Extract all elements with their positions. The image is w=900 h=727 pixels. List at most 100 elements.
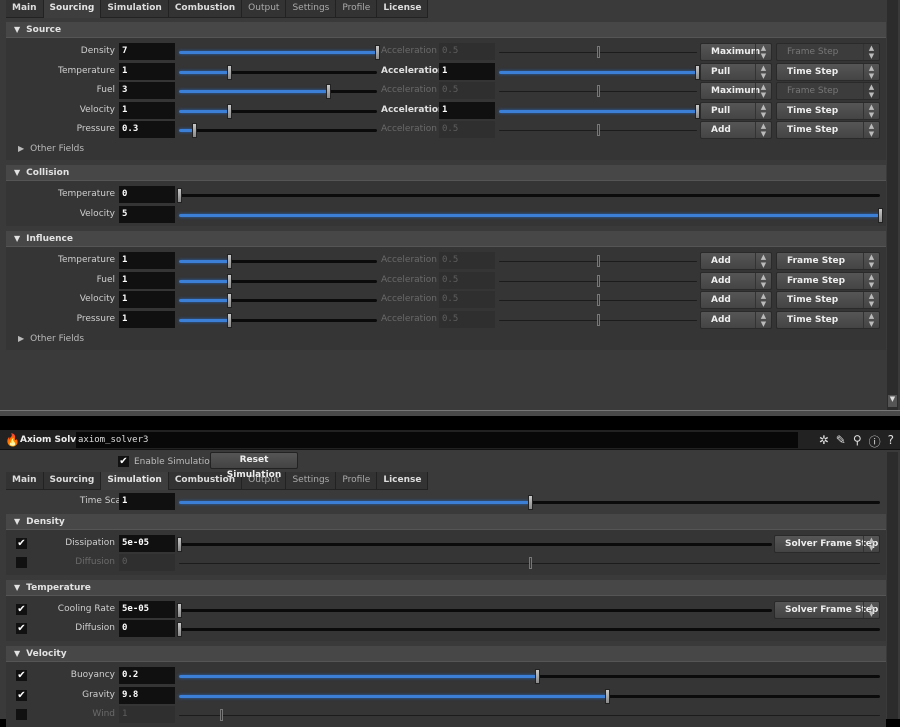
value-slider[interactable] [179, 254, 377, 270]
operation-menu[interactable]: Add ▲ ▼ [700, 271, 772, 290]
tab-simulation[interactable]: Simulation [101, 0, 169, 18]
tab-sourcing[interactable]: Sourcing [43, 0, 102, 18]
tab-settings[interactable]: Settings [286, 472, 337, 490]
acceleration-field[interactable]: 0.5 [439, 43, 495, 60]
value-slider[interactable] [179, 312, 377, 328]
value-slider[interactable] [179, 64, 377, 80]
value-field[interactable]: 0.3 [119, 121, 175, 139]
operation-menu[interactable]: Add ▲ ▼ [700, 121, 772, 140]
value-field[interactable]: 0 [119, 620, 175, 638]
scrollbar[interactable] [887, 452, 898, 719]
timestep-menu[interactable]: Time Step ▲ ▼ [776, 101, 880, 120]
value-slider[interactable] [179, 293, 377, 309]
slider-handle[interactable] [597, 274, 600, 287]
slider-handle[interactable] [597, 46, 600, 58]
operation-menu[interactable]: Maximum ▲ ▼ [700, 43, 772, 61]
value-field[interactable]: 0 [119, 185, 175, 203]
acceleration-slider[interactable] [499, 294, 697, 307]
value-field[interactable]: 7 [119, 43, 175, 60]
help-icon[interactable]: ? [888, 433, 894, 450]
tab-profile[interactable]: Profile [336, 0, 378, 18]
tab-sourcing[interactable]: Sourcing [43, 472, 102, 490]
acceleration-slider[interactable] [499, 274, 697, 287]
value-slider[interactable] [177, 536, 772, 552]
value-slider[interactable] [179, 103, 377, 119]
reset-simulation-button[interactable]: Reset Simulation [210, 452, 298, 480]
timestep-menu[interactable]: Time Step ▲ ▼ [776, 310, 880, 329]
enable-checkbox[interactable]: ✔ [16, 603, 27, 615]
section-header[interactable]: ▼ Source [6, 22, 886, 38]
scrollbar[interactable]: ▼ [887, 0, 898, 410]
operation-menu[interactable]: Add ▲ ▼ [700, 310, 772, 329]
section-header[interactable]: ▼ Temperature [6, 579, 886, 596]
value-field[interactable]: 5e-05 [119, 600, 175, 618]
slider-handle[interactable] [325, 84, 331, 100]
tab-main[interactable]: Main [6, 472, 44, 490]
other-fields-toggle[interactable]: ▶ Other Fields [6, 140, 886, 158]
acceleration-field[interactable]: 1 [439, 62, 495, 80]
value-field[interactable]: 5e-05 [119, 534, 175, 552]
slider-handle[interactable] [226, 293, 232, 309]
value-slider[interactable] [179, 688, 880, 704]
value-slider[interactable] [177, 622, 880, 638]
value-slider[interactable] [179, 84, 377, 100]
section-header[interactable]: ▼ Collision [6, 164, 886, 181]
value-slider[interactable] [179, 709, 880, 722]
operation-menu[interactable]: Add ▲ ▼ [700, 291, 772, 310]
tab-main[interactable]: Main [6, 0, 44, 18]
timestep-menu[interactable]: Time Step ▲ ▼ [776, 121, 880, 140]
slider-handle[interactable] [177, 622, 182, 638]
timestep-menu[interactable]: Frame Step ▲ ▼ [776, 82, 880, 101]
time-scale-slider[interactable] [179, 495, 880, 510]
section-header[interactable]: ▼ Influence [6, 231, 886, 248]
acceleration-field[interactable]: 0.5 [439, 291, 495, 309]
value-slider[interactable] [179, 668, 880, 684]
slider-handle[interactable] [177, 536, 182, 552]
slider-handle[interactable] [226, 103, 232, 119]
other-fields-toggle[interactable]: ▶ Other Fields [6, 330, 886, 348]
value-field[interactable]: 5 [119, 205, 175, 223]
brush-icon[interactable]: ✎ [836, 433, 846, 450]
slider-handle[interactable] [878, 207, 883, 223]
value-field[interactable]: 1 [119, 310, 175, 328]
pane-splitter[interactable] [0, 410, 900, 416]
slider-handle[interactable] [528, 557, 532, 570]
value-slider[interactable] [177, 187, 880, 203]
timestep-menu[interactable]: Frame Step ▲ ▼ [776, 43, 880, 61]
search-icon[interactable]: ⚲ [853, 433, 862, 450]
section-header[interactable]: ▼ Velocity [6, 645, 886, 662]
value-field[interactable]: 1 [119, 252, 175, 270]
enable-checkbox[interactable]: ✔ [16, 689, 27, 701]
tab-output[interactable]: Output [242, 0, 287, 18]
acceleration-field[interactable]: 0.5 [439, 310, 495, 328]
gear-icon[interactable]: ✲ [819, 433, 829, 450]
info-icon[interactable]: ⓘ [869, 433, 881, 450]
tab-combustion[interactable]: Combustion [168, 0, 243, 18]
value-field[interactable]: 1 [119, 493, 175, 510]
acceleration-field[interactable]: 1 [439, 101, 495, 119]
acceleration-slider[interactable] [499, 124, 697, 137]
slider-handle[interactable] [177, 187, 182, 203]
value-field[interactable]: 1 [119, 101, 175, 119]
timestep-menu[interactable]: Solver Frame Step ▲ ▼ [774, 600, 880, 619]
timestep-menu[interactable]: Time Step ▲ ▼ [776, 62, 880, 81]
value-slider[interactable] [179, 45, 380, 60]
slider-handle[interactable] [527, 495, 533, 510]
node-name-field[interactable]: axiom_solver3 [76, 432, 798, 448]
slider-handle[interactable] [226, 312, 232, 328]
timestep-menu[interactable]: Frame Step ▲ ▼ [776, 252, 880, 271]
acceleration-slider[interactable] [499, 255, 697, 268]
timestep-menu[interactable]: Solver Frame Step ▲ ▼ [774, 534, 880, 553]
operation-menu[interactable]: Pull ▲ ▼ [700, 101, 772, 120]
value-slider[interactable] [179, 123, 377, 139]
operation-menu[interactable]: Add ▲ ▼ [700, 252, 772, 271]
acceleration-field[interactable]: 0.5 [439, 82, 495, 100]
tab-license[interactable]: License [377, 0, 429, 18]
slider-handle[interactable] [191, 123, 197, 139]
acceleration-slider[interactable] [499, 313, 697, 326]
enable-checkbox[interactable] [16, 557, 27, 569]
enable-checkbox[interactable]: ✔ [16, 537, 27, 549]
value-slider[interactable] [179, 557, 880, 570]
timestep-menu[interactable]: Time Step ▲ ▼ [776, 291, 880, 310]
enable-checkbox[interactable]: ✔ [16, 669, 27, 681]
